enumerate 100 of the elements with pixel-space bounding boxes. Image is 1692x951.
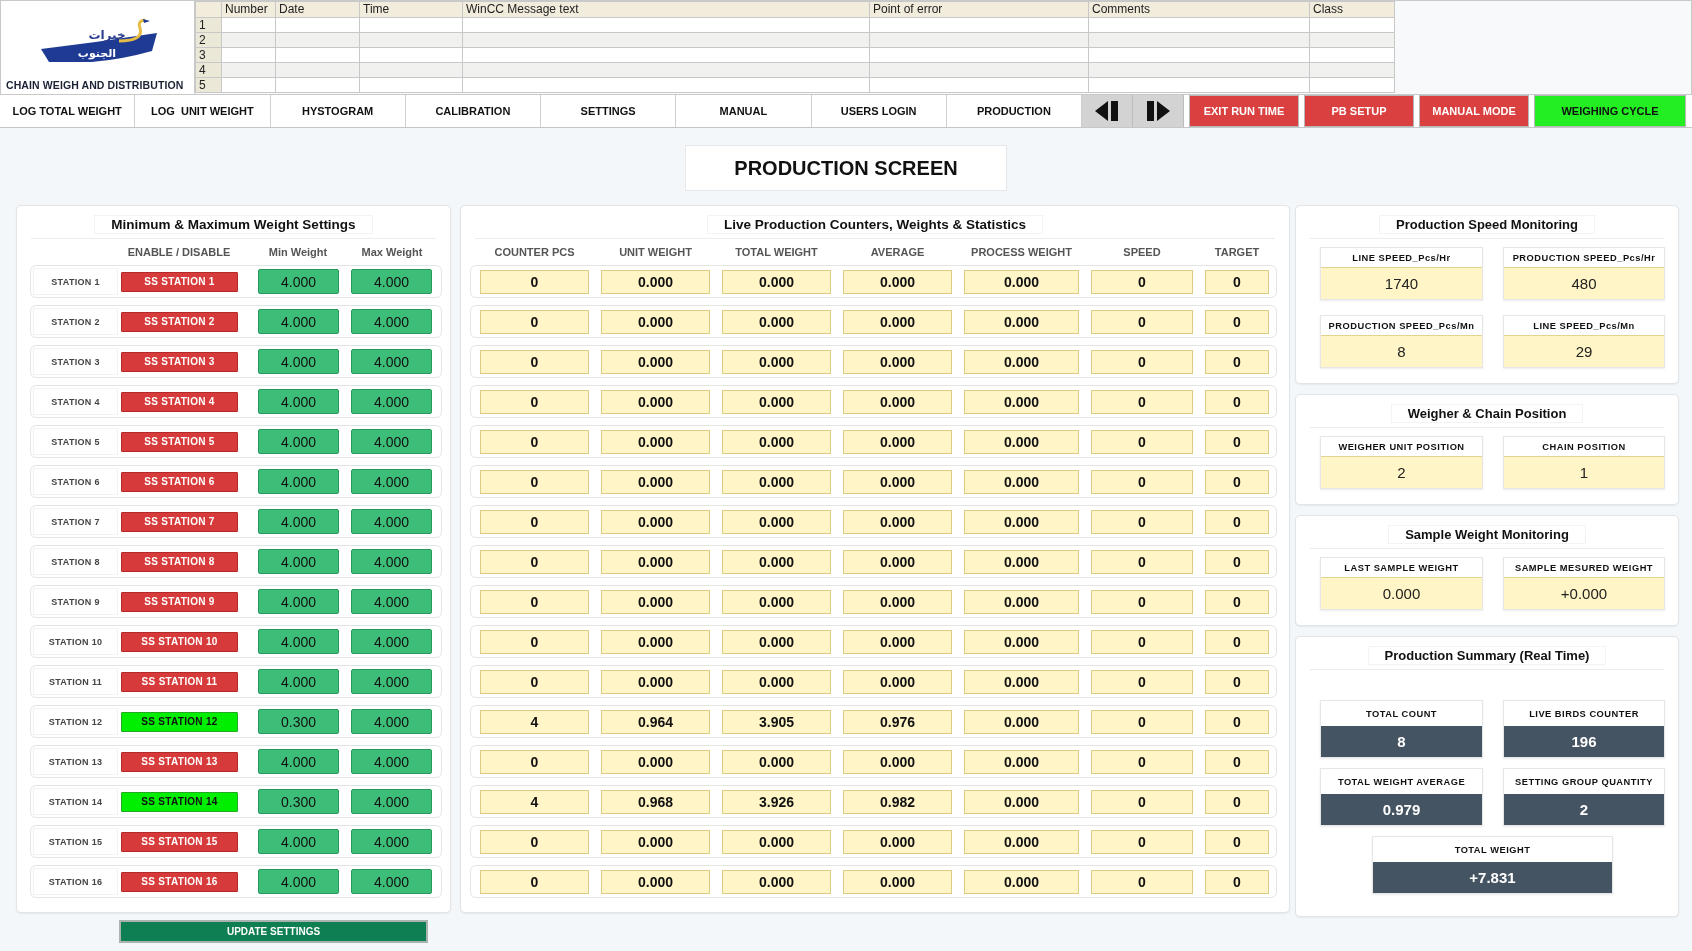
previous-button[interactable] [1082, 95, 1133, 127]
max-weight-field[interactable]: 4.000 [351, 309, 432, 334]
readout-label: PRODUCTION SPEED_Pcs/Mn [1327, 319, 1476, 333]
value-field: 0.000 [601, 389, 710, 414]
value-field: 0 [1091, 589, 1193, 614]
readout-label: LIVE BIRDS COUNTER [1528, 707, 1640, 721]
station-toggle-button[interactable]: SS STATION 13 [121, 751, 238, 772]
station-label: STATION 7 [33, 508, 118, 535]
value-field: 0.000 [843, 749, 952, 774]
min-weight-field[interactable]: 0.300 [258, 709, 339, 734]
value-field: 0.000 [601, 549, 710, 574]
value-field: 0 [1091, 269, 1193, 294]
station-toggle-button[interactable]: SS STATION 16 [121, 871, 238, 892]
min-weight-field[interactable]: 4.000 [258, 349, 339, 374]
next-button[interactable] [1133, 95, 1184, 127]
min-weight-field[interactable]: 4.000 [258, 309, 339, 334]
column-header: Number [221, 1, 276, 18]
station-toggle-button[interactable]: SS STATION 11 [121, 671, 238, 692]
min-weight-field[interactable]: 4.000 [258, 829, 339, 854]
value-field: 0 [1091, 509, 1193, 534]
station-label: STATION 11 [33, 668, 118, 695]
readout-value: 29 [1504, 335, 1664, 367]
action-button[interactable]: PB SETUP [1304, 95, 1414, 127]
value-field: 0 [480, 589, 589, 614]
max-weight-field[interactable]: 4.000 [351, 629, 432, 654]
value-field: 0 [1205, 549, 1269, 574]
action-button[interactable]: WEIGHING CYCLE [1534, 95, 1686, 127]
value-field: 0.976 [843, 709, 952, 734]
max-weight-field[interactable]: 4.000 [351, 429, 432, 454]
value-field: 0.000 [722, 269, 831, 294]
value-field: 0.000 [843, 509, 952, 534]
readout-value: +0.000 [1504, 577, 1664, 609]
min-weight-field[interactable]: 4.000 [258, 549, 339, 574]
column-header: ENABLE / DISABLE [126, 246, 232, 258]
station-toggle-button[interactable]: SS STATION 7 [121, 511, 238, 532]
max-weight-field[interactable]: 4.000 [351, 789, 432, 814]
update-settings-button[interactable]: UPDATE SETTINGS [119, 920, 428, 943]
min-weight-field[interactable]: 4.000 [258, 429, 339, 454]
min-weight-field[interactable]: 4.000 [258, 749, 339, 774]
station-toggle-button[interactable]: SS STATION 9 [121, 591, 238, 612]
min-weight-field[interactable]: 4.000 [258, 469, 339, 494]
value-field: 0.000 [964, 509, 1079, 534]
readout-label: TOTAL WEIGHT AVERAGE [1336, 775, 1467, 789]
readout-value: 2 [1504, 794, 1664, 825]
min-weight-field[interactable]: 4.000 [258, 269, 339, 294]
station-toggle-button[interactable]: SS STATION 14 [121, 791, 238, 812]
value-field: 0 [1205, 669, 1269, 694]
station-toggle-button[interactable]: SS STATION 3 [121, 351, 238, 372]
readout-label: WEIGHER UNIT POSITION [1337, 440, 1466, 454]
station-toggle-button[interactable]: SS STATION 1 [121, 271, 238, 292]
max-weight-field[interactable]: 4.000 [351, 749, 432, 774]
value-field: 0 [1205, 789, 1269, 814]
station-toggle-button[interactable]: SS STATION 6 [121, 471, 238, 492]
value-field: 3.926 [722, 789, 831, 814]
max-weight-field[interactable]: 4.000 [351, 509, 432, 534]
max-weight-field[interactable]: 4.000 [351, 869, 432, 894]
column-header: Min Weight [267, 246, 329, 258]
max-weight-field[interactable]: 4.000 [351, 549, 432, 574]
readout-label: TOTAL WEIGHT [1453, 843, 1532, 857]
min-weight-field[interactable]: 4.000 [258, 629, 339, 654]
max-weight-field[interactable]: 4.000 [351, 589, 432, 614]
min-weight-field[interactable]: 4.000 [258, 669, 339, 694]
min-weight-field[interactable]: 4.000 [258, 869, 339, 894]
station-toggle-button[interactable]: SS STATION 2 [121, 311, 238, 332]
station-label: STATION 10 [33, 628, 118, 655]
max-weight-field[interactable]: 4.000 [351, 269, 432, 294]
column-header: Date [275, 1, 360, 18]
station-toggle-button[interactable]: SS STATION 4 [121, 391, 238, 412]
value-field: 0.000 [722, 349, 831, 374]
station-toggle-button[interactable]: SS STATION 5 [121, 431, 238, 452]
max-weight-field[interactable]: 4.000 [351, 469, 432, 494]
station-toggle-button[interactable]: SS STATION 10 [121, 631, 238, 652]
max-weight-field[interactable]: 4.000 [351, 709, 432, 734]
value-field: 0.000 [601, 629, 710, 654]
station-label: STATION 2 [33, 308, 118, 335]
action-button[interactable]: MANUAL MODE [1419, 95, 1529, 127]
value-field: 0 [1091, 389, 1193, 414]
value-field: 0.000 [964, 349, 1079, 374]
max-weight-field[interactable]: 4.000 [351, 829, 432, 854]
value-field: 0 [480, 829, 589, 854]
value-field: 0.000 [601, 829, 710, 854]
min-weight-field[interactable]: 4.000 [258, 389, 339, 414]
max-weight-field[interactable]: 4.000 [351, 389, 432, 414]
value-field: 0.000 [722, 869, 831, 894]
column-header: Point of error [869, 1, 1089, 18]
max-weight-field[interactable]: 4.000 [351, 349, 432, 374]
station-toggle-button[interactable]: SS STATION 8 [121, 551, 238, 572]
min-weight-field[interactable]: 4.000 [258, 589, 339, 614]
station-label: STATION 3 [33, 348, 118, 375]
action-button[interactable]: EXIT RUN TIME [1189, 95, 1299, 127]
readout-label: LAST SAMPLE WEIGHT [1343, 561, 1460, 575]
value-field: 0.000 [843, 829, 952, 854]
column-header: Class [1309, 1, 1395, 18]
max-weight-field[interactable]: 4.000 [351, 669, 432, 694]
station-label: STATION 13 [33, 748, 118, 775]
readout-label: CHAIN POSITION [1541, 440, 1627, 454]
station-toggle-button[interactable]: SS STATION 12 [121, 711, 238, 732]
station-toggle-button[interactable]: SS STATION 15 [121, 831, 238, 852]
min-weight-field[interactable]: 0.300 [258, 789, 339, 814]
min-weight-field[interactable]: 4.000 [258, 509, 339, 534]
